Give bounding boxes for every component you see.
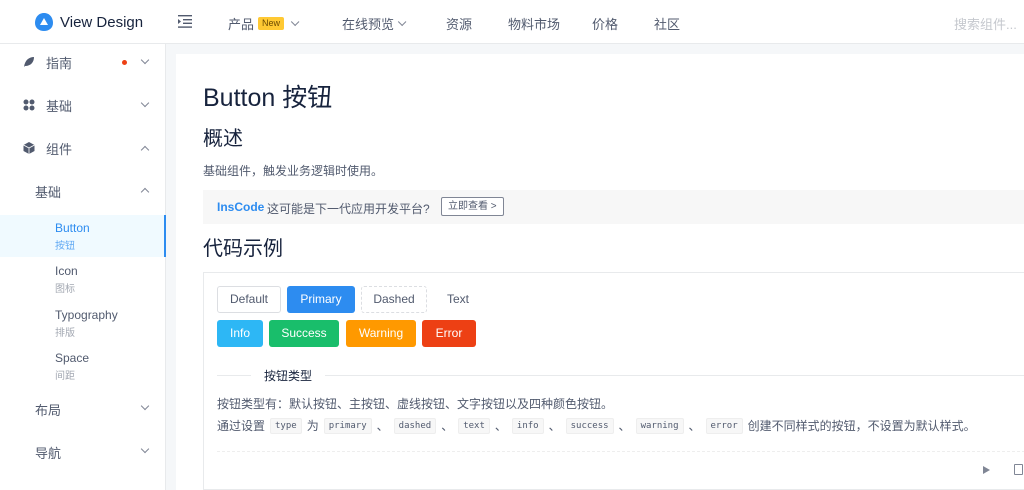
- divider: [325, 375, 1024, 376]
- notification-dot: [122, 60, 127, 65]
- sidebar-group-components[interactable]: 组件: [0, 130, 166, 166]
- promo-view-button[interactable]: 立即查看 >: [441, 197, 504, 216]
- nav-item-product[interactable]: 产品 New: [228, 14, 300, 33]
- demo-description-code: 通过设置 type 为 primary 、 dashed 、 text 、 in…: [217, 417, 976, 434]
- demo-card: Default Primary Dashed Text Info Success…: [203, 272, 1024, 490]
- nav-item-market[interactable]: 物料市场: [508, 14, 560, 33]
- demo-description: 按钮类型有：默认按钮、主按钮、虚线按钮、文字按钮以及四种颜色按钮。: [217, 397, 614, 411]
- demo-section-title: 按钮类型: [264, 369, 313, 383]
- sidebar-item-sublabel: 图标: [55, 284, 75, 295]
- chevron-down-icon: [140, 98, 150, 108]
- separator: 、: [618, 419, 631, 433]
- sidebar-group-label: 导航: [35, 446, 62, 461]
- sidebar-group-layout[interactable]: 布局: [0, 390, 166, 426]
- cube-icon: [23, 142, 35, 154]
- sidebar-item-button[interactable]: Button 按钮: [0, 215, 166, 257]
- search-input[interactable]: 搜索组件...: [954, 14, 1017, 33]
- promo-text: 这可能是下一代应用开发平台?: [267, 202, 430, 216]
- sidebar-group-guide[interactable]: 指南: [0, 44, 166, 80]
- overview-heading: 概述: [203, 128, 243, 150]
- nav-label: 在线预览: [342, 17, 395, 32]
- overview-text: 基础组件，触发业务逻辑时使用。: [203, 164, 384, 178]
- chevron-down-icon: [290, 17, 300, 26]
- copy-icon[interactable]: [1014, 464, 1023, 475]
- nav-label: 资源: [446, 17, 473, 32]
- new-badge: New: [258, 17, 285, 30]
- sidebar-item-sublabel: 间距: [55, 371, 75, 382]
- logo-text: View Design: [60, 13, 144, 31]
- divider: [217, 375, 251, 376]
- sidebar-group-label: 指南: [46, 55, 73, 71]
- separator: 、: [548, 419, 561, 433]
- nav-item-pricing[interactable]: 价格: [592, 14, 618, 33]
- code-snippet: dashed: [393, 417, 437, 434]
- code-snippet: text: [458, 417, 490, 434]
- sidebar-item-sublabel: 排版: [55, 328, 75, 339]
- view-design-logo-icon: [35, 13, 53, 31]
- sidebar-subgroup-label: 基础: [35, 185, 62, 200]
- code-snippet: warning: [635, 417, 684, 434]
- sidebar-item-icon[interactable]: Icon 图标: [0, 258, 166, 300]
- separator: 、: [494, 419, 507, 433]
- sidebar-subgroup-basic[interactable]: 基础: [0, 172, 166, 208]
- code-snippet: type: [270, 417, 302, 434]
- promo-banner: InsCode 这可能是下一代应用开发平台? 立即查看 >: [203, 190, 1024, 224]
- logo[interactable]: View Design: [34, 12, 143, 32]
- sidebar-group-basic[interactable]: 基础: [0, 87, 166, 123]
- nav-label: 产品: [228, 17, 255, 32]
- sidebar-item-label: Button: [55, 221, 90, 235]
- text-button[interactable]: Text: [433, 286, 483, 313]
- dashed-button[interactable]: Dashed: [361, 286, 427, 313]
- main-content: Button 按钮 概述 基础组件，触发业务逻辑时使用。 InsCode 这可能…: [176, 54, 1024, 490]
- nav-label: 社区: [654, 17, 681, 32]
- sidebar-group-label: 基础: [46, 98, 73, 114]
- error-button[interactable]: Error: [422, 320, 476, 347]
- leaf-icon: [24, 57, 34, 67]
- nav-item-resources[interactable]: 资源: [446, 14, 472, 33]
- primary-button[interactable]: Primary: [287, 286, 355, 313]
- menu-fold-icon[interactable]: [178, 15, 192, 28]
- code-snippet: success: [565, 417, 614, 434]
- nav-item-community[interactable]: 社区: [654, 14, 680, 33]
- code-snippet: primary: [323, 417, 372, 434]
- sidebar-item-label: Typography: [55, 308, 118, 322]
- chevron-up-icon: [140, 145, 150, 155]
- code-snippet: info: [511, 417, 544, 434]
- sidebar: 指南 基础 组件 基础 Button 按钮 Icon 图标 Typography…: [0, 44, 166, 490]
- page-title: Button 按钮: [203, 84, 333, 112]
- chevron-down-icon: [140, 401, 150, 411]
- chevron-down-icon: [397, 17, 407, 26]
- sidebar-group-label: 布局: [35, 403, 62, 418]
- code-snippet: error: [705, 417, 743, 434]
- sidebar-item-label: Space: [55, 351, 90, 365]
- top-header: View Design 产品 New 在线预览 资源 物料市场 价格 社区 搜索…: [0, 0, 1024, 44]
- separator: 、: [688, 419, 701, 433]
- chevron-down-icon: [140, 444, 150, 454]
- desc-text: 为: [306, 419, 319, 433]
- sidebar-item-space[interactable]: Space 间距: [0, 345, 166, 387]
- play-icon[interactable]: [983, 466, 990, 474]
- desc-text: 创建不同样式的按钮，不设置为默认样式。: [747, 419, 976, 433]
- nav-label: 物料市场: [508, 17, 561, 32]
- default-button[interactable]: Default: [217, 286, 281, 313]
- desc-text: 通过设置: [217, 419, 266, 433]
- divider: [217, 451, 1024, 452]
- sidebar-item-label: Icon: [55, 264, 78, 278]
- sidebar-item-sublabel: 按钮: [55, 241, 75, 252]
- grid-icon: [23, 99, 35, 111]
- sidebar-group-navigation[interactable]: 导航: [0, 433, 166, 469]
- examples-heading: 代码示例: [203, 238, 283, 260]
- success-button[interactable]: Success: [269, 320, 339, 347]
- info-button[interactable]: Info: [217, 320, 263, 347]
- chevron-up-icon: [140, 187, 150, 197]
- sidebar-group-label: 组件: [46, 141, 73, 157]
- promo-brand[interactable]: InsCode: [217, 200, 264, 214]
- separator: 、: [376, 419, 389, 433]
- sidebar-item-typography[interactable]: Typography 排版: [0, 302, 166, 344]
- separator: 、: [441, 419, 454, 433]
- nav-item-preview[interactable]: 在线预览: [342, 14, 407, 33]
- warning-button[interactable]: Warning: [346, 320, 416, 347]
- chevron-down-icon: [140, 55, 150, 65]
- nav-label: 价格: [592, 17, 619, 32]
